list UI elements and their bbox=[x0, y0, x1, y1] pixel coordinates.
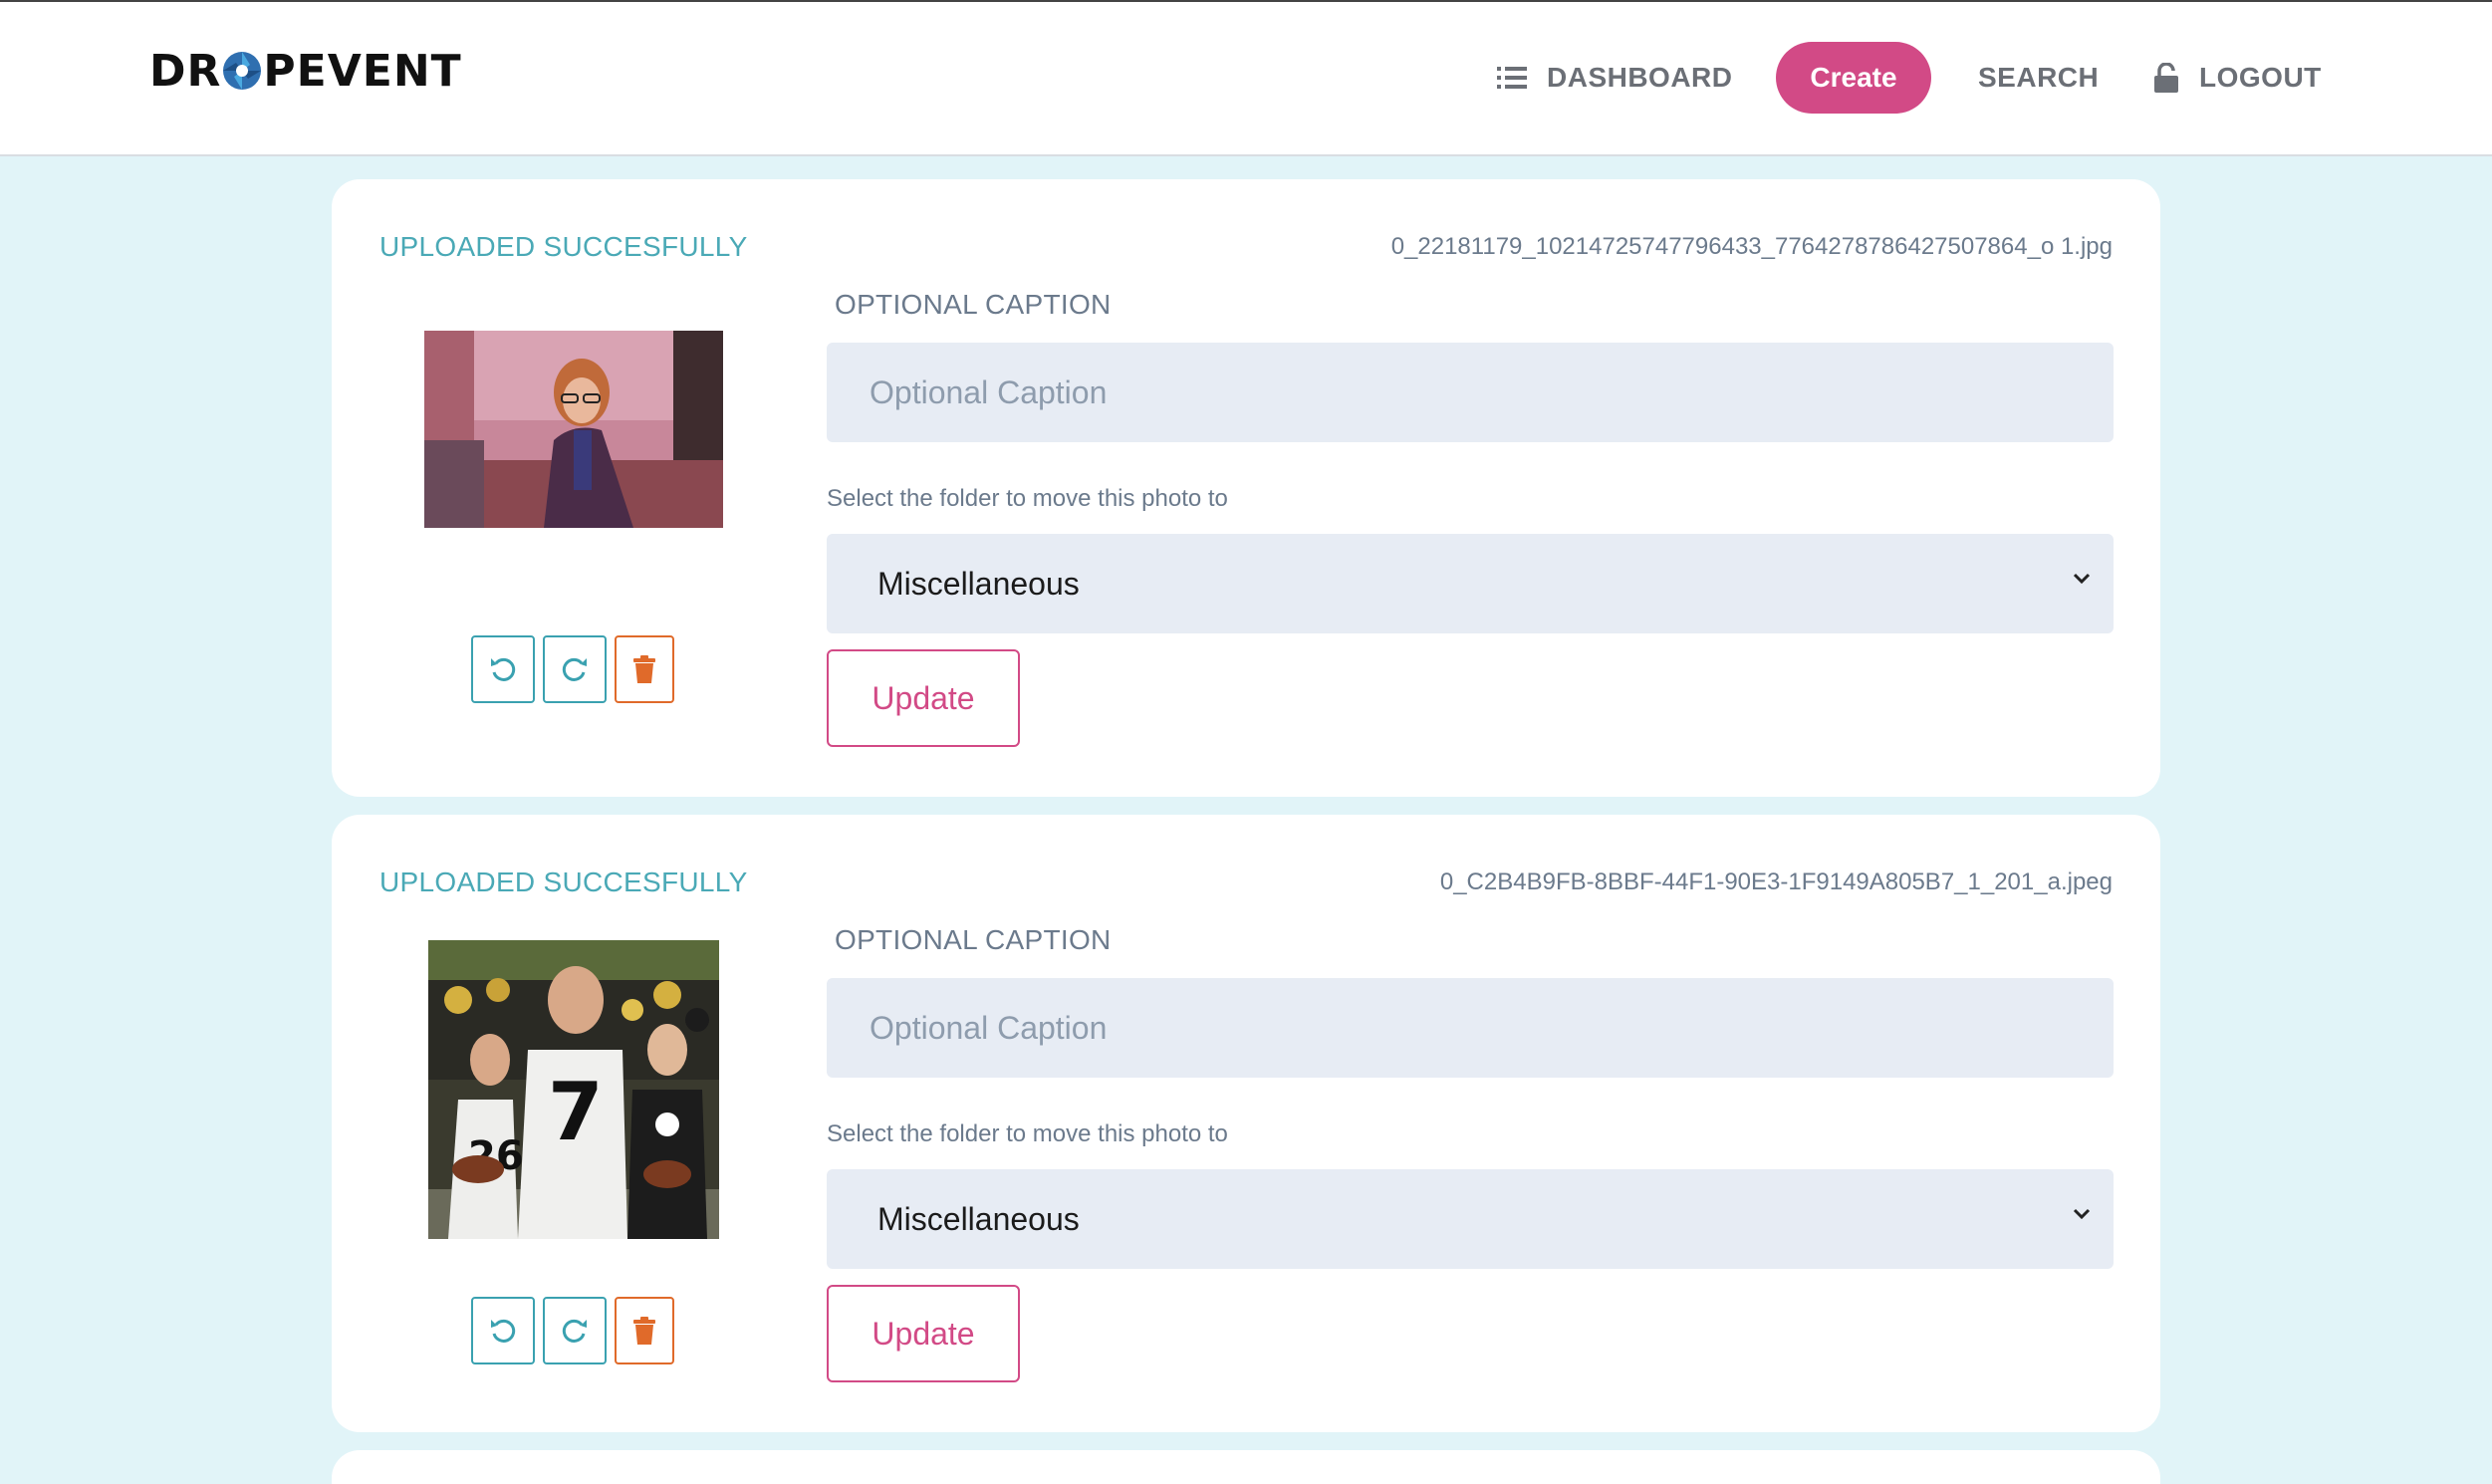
folder-select[interactable]: Miscellaneous bbox=[827, 1169, 2114, 1269]
upload-card bbox=[332, 1450, 2160, 1484]
folder-select-value: Miscellaneous bbox=[877, 565, 1080, 602]
create-button[interactable]: Create bbox=[1776, 42, 1931, 114]
list-icon bbox=[1497, 67, 1527, 89]
upload-status: UPLOADED SUCCESFULLY bbox=[379, 231, 748, 262]
folder-label: Select the folder to move this photo to bbox=[827, 485, 1228, 512]
rotate-right-button[interactable] bbox=[543, 1297, 607, 1364]
photo-thumbnail bbox=[424, 331, 723, 528]
upload-card: UPLOADED SUCCESFULLY 0_C2B4B9FB-8BBF-44F… bbox=[332, 815, 2160, 1432]
top-navbar: DR PEVENT DASHBOARD Create SEARCH LOGOUT bbox=[0, 2, 2492, 156]
rotate-left-button[interactable] bbox=[471, 635, 535, 703]
chevron-down-icon bbox=[2073, 1208, 2091, 1220]
photo-tools bbox=[471, 635, 674, 703]
delete-photo-button[interactable] bbox=[615, 1297, 674, 1364]
folder-label: Select the folder to move this photo to bbox=[827, 1120, 1228, 1147]
upload-filename: 0_22181179_10214725747796433_77642787864… bbox=[1390, 233, 2113, 260]
rotate-right-button[interactable] bbox=[543, 635, 607, 703]
folder-select-value: Miscellaneous bbox=[877, 1200, 1080, 1237]
rotate-right-icon bbox=[562, 1319, 587, 1343]
folder-select[interactable]: Miscellaneous bbox=[827, 534, 2114, 633]
nav-dashboard[interactable]: DASHBOARD bbox=[1497, 42, 1733, 114]
upload-status: UPLOADED SUCCESFULLY bbox=[379, 866, 748, 897]
nav-dashboard-label: DASHBOARD bbox=[1547, 62, 1733, 93]
delete-photo-button[interactable] bbox=[615, 635, 674, 703]
caption-label: OPTIONAL CAPTION bbox=[835, 924, 1112, 955]
nav-create: Create bbox=[1776, 42, 1931, 114]
aperture-logo-icon bbox=[223, 52, 262, 90]
caption-input[interactable] bbox=[827, 978, 2114, 1078]
trash-icon bbox=[633, 655, 655, 683]
trash-icon bbox=[633, 1317, 655, 1345]
chevron-down-icon bbox=[2073, 573, 2091, 585]
lock-icon bbox=[2154, 63, 2178, 93]
logo-text-right: PEVENT bbox=[263, 45, 462, 97]
photo-tools bbox=[471, 1297, 674, 1364]
nav-search[interactable]: SEARCH bbox=[1978, 42, 2099, 114]
rotate-left-icon bbox=[491, 1319, 516, 1343]
upload-filename: 0_C2B4B9FB-8BBF-44F1-90E3-1F9149A805B7_1… bbox=[1439, 868, 2113, 895]
caption-input[interactable] bbox=[827, 343, 2114, 442]
update-button[interactable]: Update bbox=[827, 649, 1020, 747]
rotate-right-icon bbox=[562, 657, 587, 681]
nav-logout[interactable]: LOGOUT bbox=[2153, 42, 2322, 114]
svg-text:7: 7 bbox=[548, 1066, 604, 1158]
brand-logo[interactable]: DR PEVENT bbox=[149, 45, 462, 97]
photo-thumbnail: 7 26 bbox=[428, 940, 719, 1239]
update-button[interactable]: Update bbox=[827, 1285, 1020, 1382]
logo-text-left: DR bbox=[149, 45, 222, 97]
nav-logout-label: LOGOUT bbox=[2199, 62, 2322, 93]
rotate-left-icon bbox=[491, 657, 516, 681]
caption-label: OPTIONAL CAPTION bbox=[835, 289, 1112, 320]
rotate-left-button[interactable] bbox=[471, 1297, 535, 1364]
upload-card: UPLOADED SUCCESFULLY 0_22181179_10214725… bbox=[332, 179, 2160, 797]
nav-search-label: SEARCH bbox=[1978, 62, 2100, 93]
